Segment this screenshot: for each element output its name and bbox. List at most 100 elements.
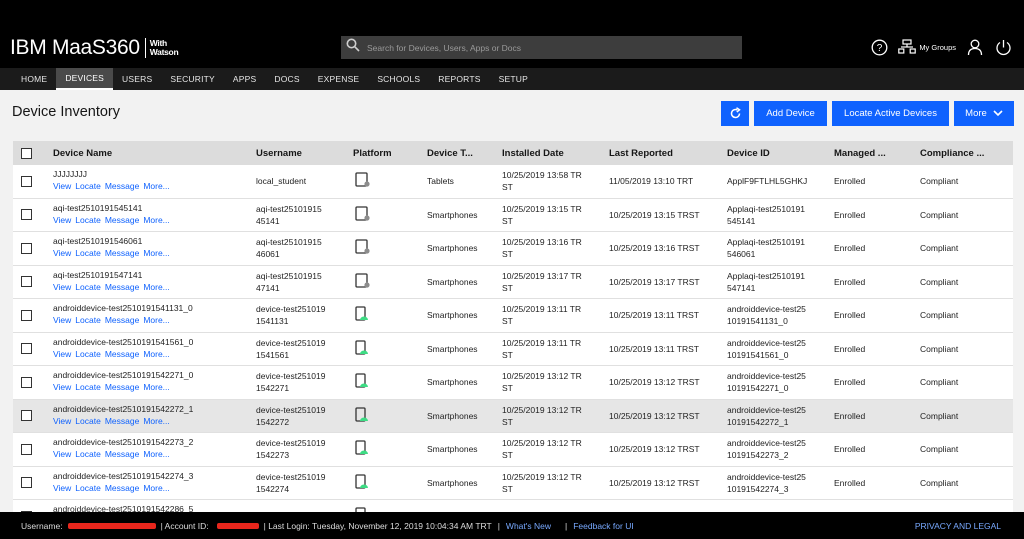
help-icon[interactable]: ?: [870, 38, 888, 56]
row-link-view[interactable]: View: [53, 449, 71, 459]
row-checkbox[interactable]: [21, 242, 32, 254]
row-link-more[interactable]: More...: [143, 248, 169, 258]
whats-new-link[interactable]: What's New: [506, 521, 551, 531]
device-name[interactable]: androiddevice-test2510191542271_0: [53, 370, 256, 381]
more-button[interactable]: More: [954, 101, 1014, 126]
row-link-locate[interactable]: Locate: [75, 315, 101, 325]
feedback-link[interactable]: Feedback for UI: [573, 521, 633, 531]
row-link-more[interactable]: More...: [143, 282, 169, 292]
search-icon[interactable]: [346, 38, 360, 57]
row-link-message[interactable]: Message: [105, 416, 140, 426]
row-link-message[interactable]: Message: [105, 483, 140, 493]
device-name[interactable]: aqi-test2510191545141: [53, 203, 256, 214]
nav-item-home[interactable]: HOME: [12, 68, 56, 90]
table-row[interactable]: androiddevice-test2510191542273_2 View Loc…: [13, 433, 1013, 467]
nav-item-schools[interactable]: SCHOOLS: [368, 68, 429, 90]
row-link-message[interactable]: Message: [105, 215, 140, 225]
row-checkbox[interactable]: [21, 343, 32, 355]
nav-item-users[interactable]: USERS: [113, 68, 161, 90]
row-checkbox[interactable]: [21, 309, 32, 321]
row-checkbox[interactable]: [21, 175, 32, 187]
row-link-message[interactable]: Message: [105, 349, 140, 359]
ibm-maas360-logo[interactable]: IBM MaaS360 With Watson: [10, 36, 179, 60]
column-header[interactable]: Compliance ...: [920, 148, 1013, 159]
nav-item-setup[interactable]: SETUP: [490, 68, 537, 90]
refresh-button[interactable]: [721, 101, 749, 126]
row-link-view[interactable]: View: [53, 416, 71, 426]
row-link-view[interactable]: View: [53, 483, 71, 493]
row-link-more[interactable]: More...: [143, 181, 169, 191]
nav-item-apps[interactable]: APPS: [224, 68, 265, 90]
table-row[interactable]: androiddevice-test2510191542274_3 View Loc…: [13, 466, 1013, 500]
row-link-view[interactable]: View: [53, 349, 71, 359]
search-input[interactable]: [367, 42, 727, 53]
device-name[interactable]: androiddevice-test2510191542274_3: [53, 471, 256, 482]
row-checkbox[interactable]: [21, 276, 32, 288]
row-link-message[interactable]: Message: [105, 315, 140, 325]
power-logout-icon[interactable]: [994, 38, 1012, 56]
nav-item-reports[interactable]: REPORTS: [429, 68, 489, 90]
row-link-locate[interactable]: Locate: [75, 349, 101, 359]
user-profile-icon[interactable]: [966, 38, 984, 56]
row-link-view[interactable]: View: [53, 181, 71, 191]
row-link-more[interactable]: More...: [143, 349, 169, 359]
my-groups-label[interactable]: My Groups: [919, 43, 956, 52]
row-checkbox[interactable]: [21, 410, 32, 422]
row-link-locate[interactable]: Locate: [75, 382, 101, 392]
row-link-view[interactable]: View: [53, 382, 71, 392]
device-name[interactable]: androiddevice-test2510191541561_0: [53, 337, 256, 348]
row-link-view[interactable]: View: [53, 215, 71, 225]
column-header[interactable]: Device ID: [727, 148, 834, 159]
column-header[interactable]: Device Name: [53, 148, 256, 159]
row-checkbox[interactable]: [21, 376, 32, 388]
row-link-message[interactable]: Message: [105, 449, 140, 459]
row-link-more[interactable]: More...: [143, 416, 169, 426]
column-header[interactable]: Managed ...: [834, 148, 920, 159]
device-name[interactable]: androiddevice-test2510191542272_1: [53, 404, 256, 415]
my-groups-icon[interactable]: [898, 38, 917, 56]
nav-item-security[interactable]: SECURITY: [161, 68, 224, 90]
table-row[interactable]: aqi-test2510191545141 View Locate Message Mo…: [13, 198, 1013, 232]
row-link-view[interactable]: View: [53, 315, 71, 325]
column-header[interactable]: Last Reported: [609, 148, 727, 159]
device-name[interactable]: aqi-test2510191546061: [53, 236, 256, 247]
table-row[interactable]: aqi-test2510191546061 View Locate Message Mo…: [13, 232, 1013, 266]
row-checkbox[interactable]: [21, 477, 32, 489]
column-header[interactable]: Device T...: [427, 148, 502, 159]
row-link-message[interactable]: Message: [105, 181, 140, 191]
nav-item-expense[interactable]: EXPENSE: [309, 68, 369, 90]
row-link-more[interactable]: More...: [143, 483, 169, 493]
privacy-legal-link[interactable]: PRIVACY AND LEGAL: [915, 521, 1001, 531]
table-row[interactable]: androiddevice-test2510191542271_0 View Loc…: [13, 366, 1013, 400]
add-device-button[interactable]: Add Device: [754, 101, 827, 126]
column-header[interactable]: Username: [256, 148, 353, 159]
row-checkbox[interactable]: [21, 443, 32, 455]
table-row[interactable]: aqi-test2510191547141 View Locate Message Mo…: [13, 265, 1013, 299]
nav-item-docs[interactable]: DOCS: [265, 68, 308, 90]
device-name[interactable]: androiddevice-test2510191542286_5: [53, 504, 256, 512]
global-search[interactable]: [341, 36, 742, 59]
select-all-checkbox[interactable]: [21, 147, 32, 159]
row-link-more[interactable]: More...: [143, 315, 169, 325]
row-link-more[interactable]: More...: [143, 449, 169, 459]
column-header[interactable]: Platform: [353, 148, 427, 159]
device-name[interactable]: androiddevice-test2510191542273_2: [53, 437, 256, 448]
row-link-locate[interactable]: Locate: [75, 282, 101, 292]
device-name[interactable]: aqi-test2510191547141: [53, 270, 256, 281]
device-name[interactable]: androiddevice-test2510191541131_0: [53, 303, 256, 314]
row-link-message[interactable]: Message: [105, 282, 140, 292]
row-checkbox[interactable]: [21, 209, 32, 221]
table-row[interactable]: androiddevice-test2510191542272_1 View Loc…: [13, 399, 1013, 433]
row-link-message[interactable]: Message: [105, 382, 140, 392]
table-row[interactable]: androiddevice-test2510191541561_0 View Loc…: [13, 332, 1013, 366]
row-link-view[interactable]: View: [53, 248, 71, 258]
row-link-more[interactable]: More...: [143, 215, 169, 225]
table-row[interactable]: androiddevice-test2510191541131_0 View Loc…: [13, 299, 1013, 333]
row-link-message[interactable]: Message: [105, 248, 140, 258]
row-link-locate[interactable]: Locate: [75, 449, 101, 459]
row-link-locate[interactable]: Locate: [75, 215, 101, 225]
table-row[interactable]: androiddevice-test2510191542286_5ViewLoc…: [13, 500, 1013, 512]
row-link-view[interactable]: View: [53, 282, 71, 292]
row-link-locate[interactable]: Locate: [75, 483, 101, 493]
row-link-locate[interactable]: Locate: [75, 181, 101, 191]
